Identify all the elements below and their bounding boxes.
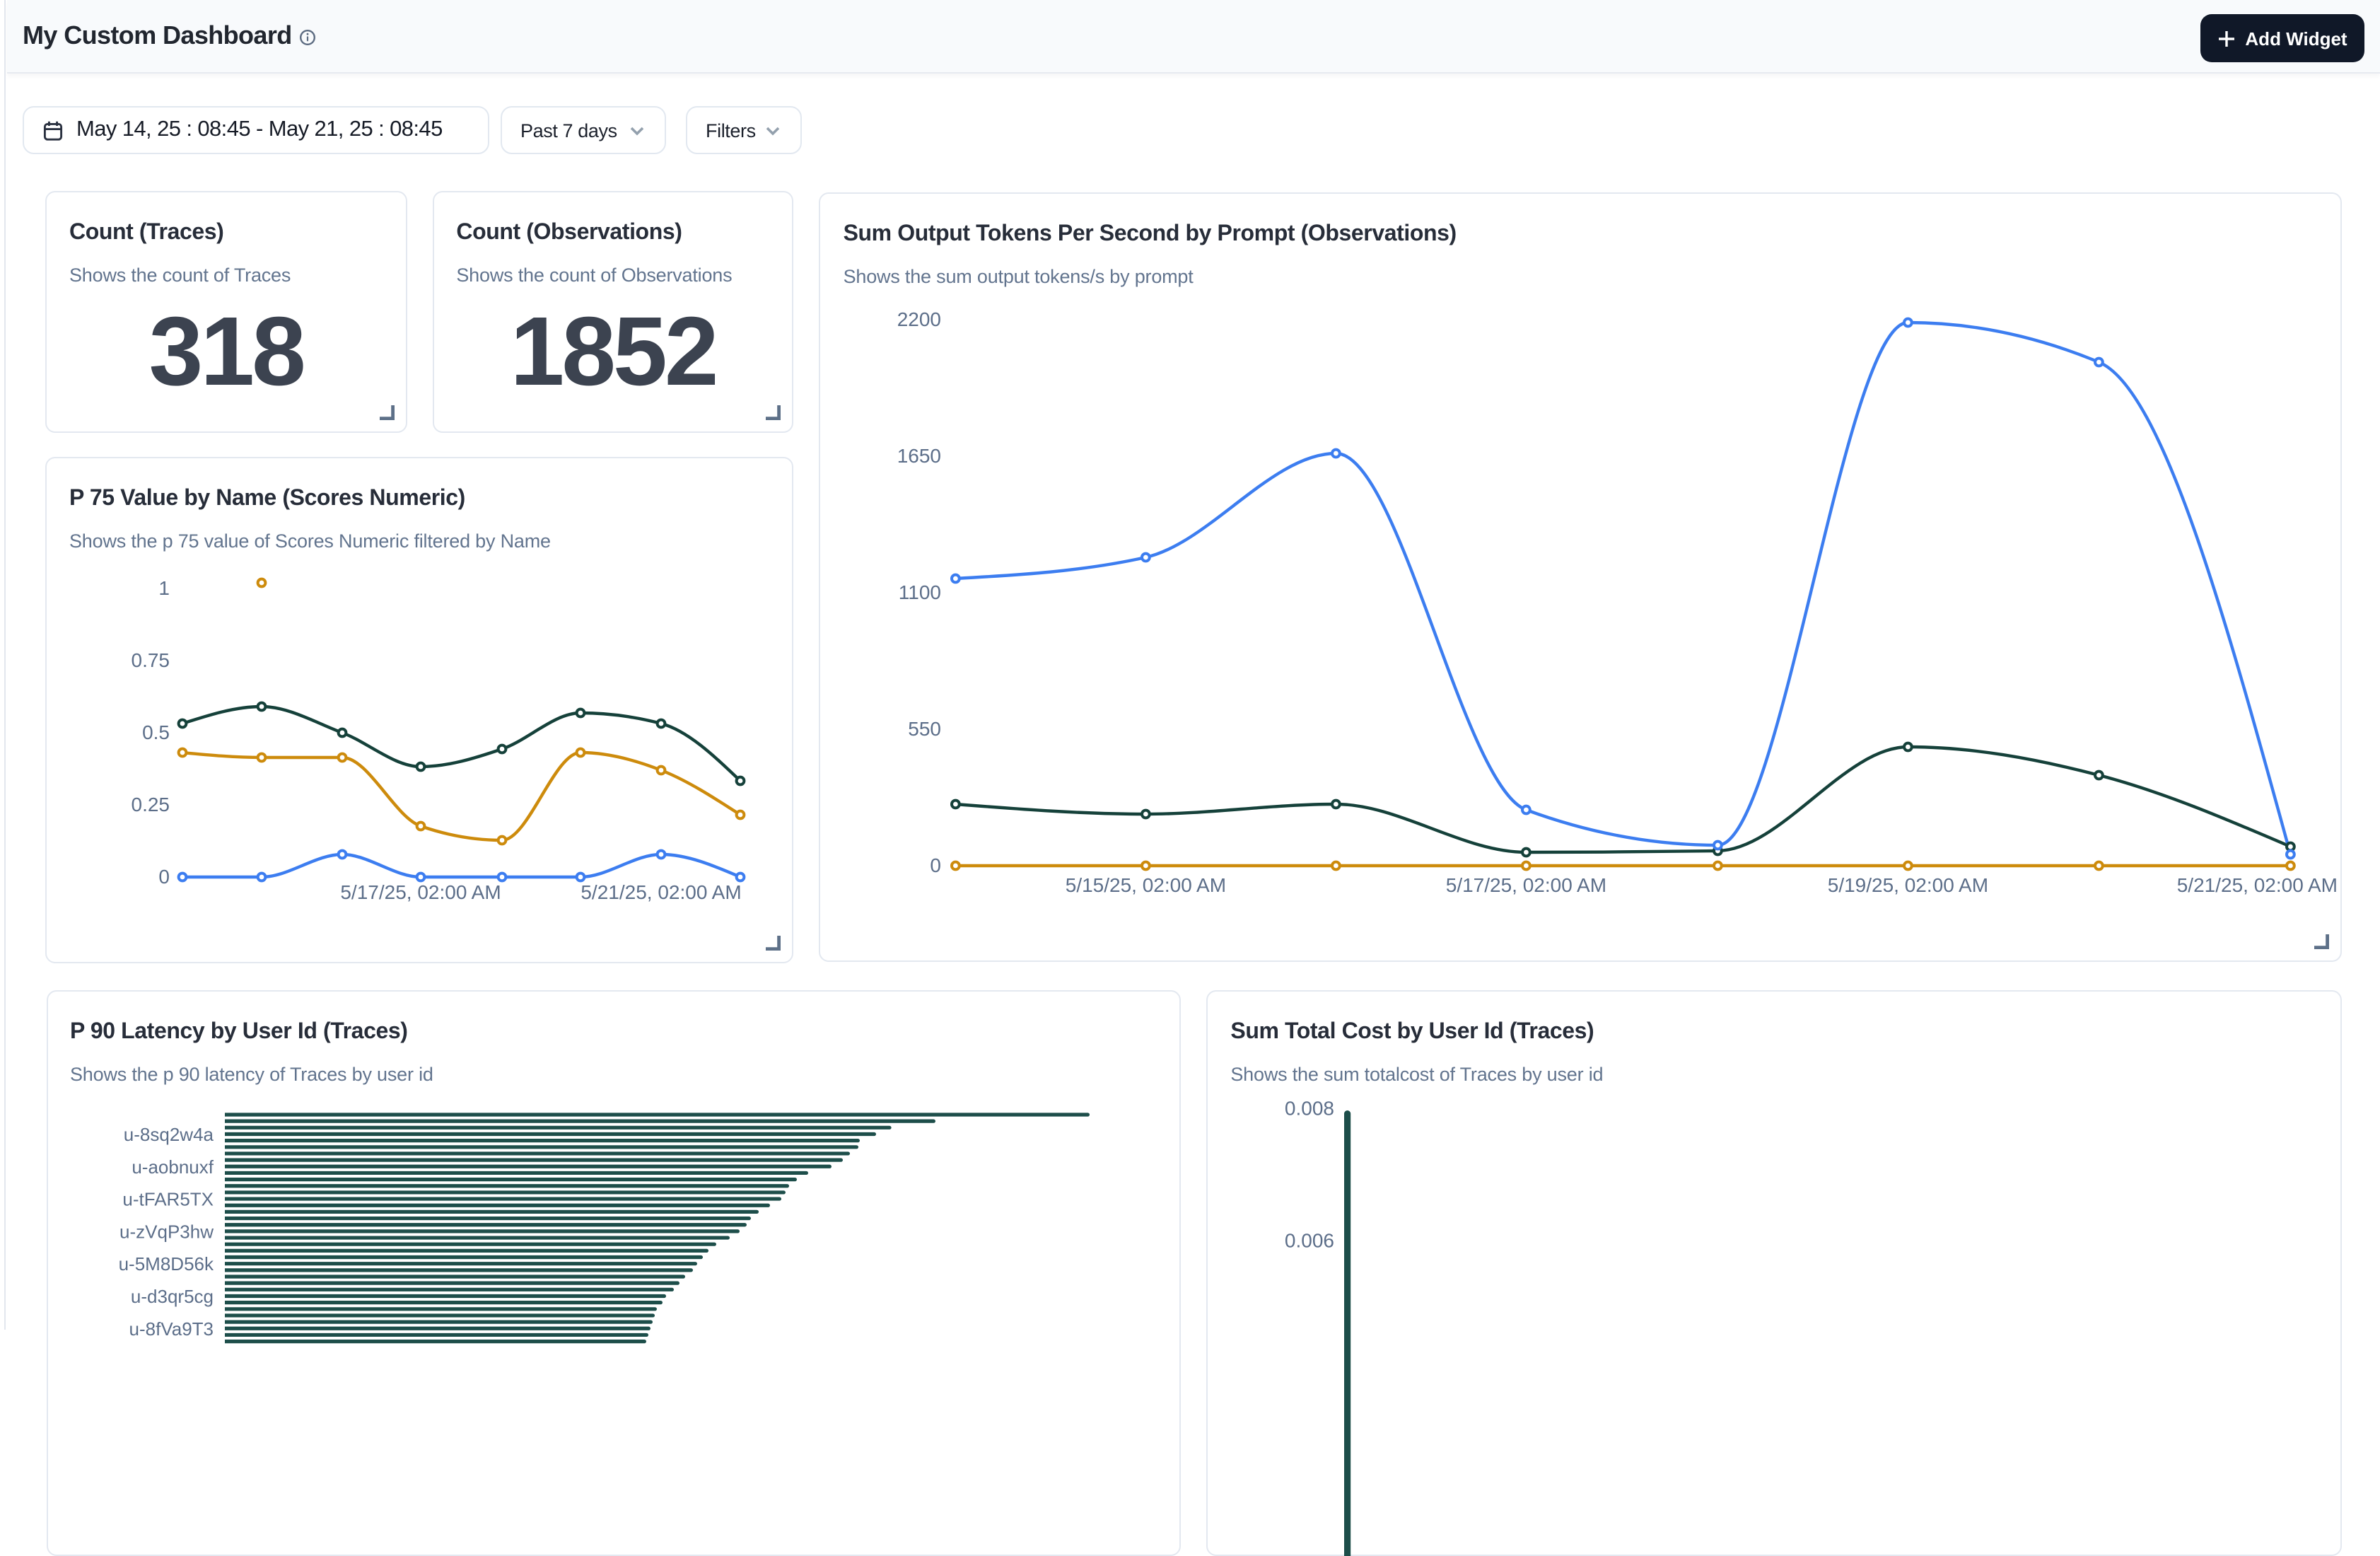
svg-text:5/21/25, 02:00 AM: 5/21/25, 02:00 AM xyxy=(2177,873,2338,895)
svg-text:5/21/25, 02:00 AM: 5/21/25, 02:00 AM xyxy=(581,881,741,903)
svg-text:u-8fVa9T3: u-8fVa9T3 xyxy=(129,1318,213,1340)
svg-text:u-tFAR5TX: u-tFAR5TX xyxy=(122,1189,213,1210)
svg-text:1100: 1100 xyxy=(899,581,941,603)
svg-text:u-5M8D56k: u-5M8D56k xyxy=(118,1253,214,1275)
svg-text:5/15/25, 02:00 AM: 5/15/25, 02:00 AM xyxy=(1066,873,1226,895)
svg-text:0.006: 0.006 xyxy=(1285,1230,1334,1252)
svg-text:u-8sq2w4a: u-8sq2w4a xyxy=(123,1124,214,1145)
svg-text:u-aobnuxf: u-aobnuxf xyxy=(131,1156,213,1178)
svg-text:5/17/25, 02:00 AM: 5/17/25, 02:00 AM xyxy=(1446,873,1606,895)
svg-text:u-d3qr5cg: u-d3qr5cg xyxy=(130,1286,213,1307)
svg-text:5/19/25, 02:00 AM: 5/19/25, 02:00 AM xyxy=(1828,873,1988,895)
svg-text:0.008: 0.008 xyxy=(1285,1098,1334,1120)
svg-text:1: 1 xyxy=(158,577,170,599)
svg-text:550: 550 xyxy=(909,717,942,739)
svg-text:0.5: 0.5 xyxy=(142,721,170,743)
svg-text:0: 0 xyxy=(158,866,170,888)
svg-text:0: 0 xyxy=(931,854,942,876)
svg-text:0.25: 0.25 xyxy=(132,794,170,815)
svg-text:2200: 2200 xyxy=(897,308,941,330)
svg-text:1650: 1650 xyxy=(897,444,941,466)
svg-text:u-zVqP3hw: u-zVqP3hw xyxy=(119,1221,213,1242)
svg-text:0.75: 0.75 xyxy=(132,649,170,671)
svg-text:5/17/25, 02:00 AM: 5/17/25, 02:00 AM xyxy=(340,881,501,903)
